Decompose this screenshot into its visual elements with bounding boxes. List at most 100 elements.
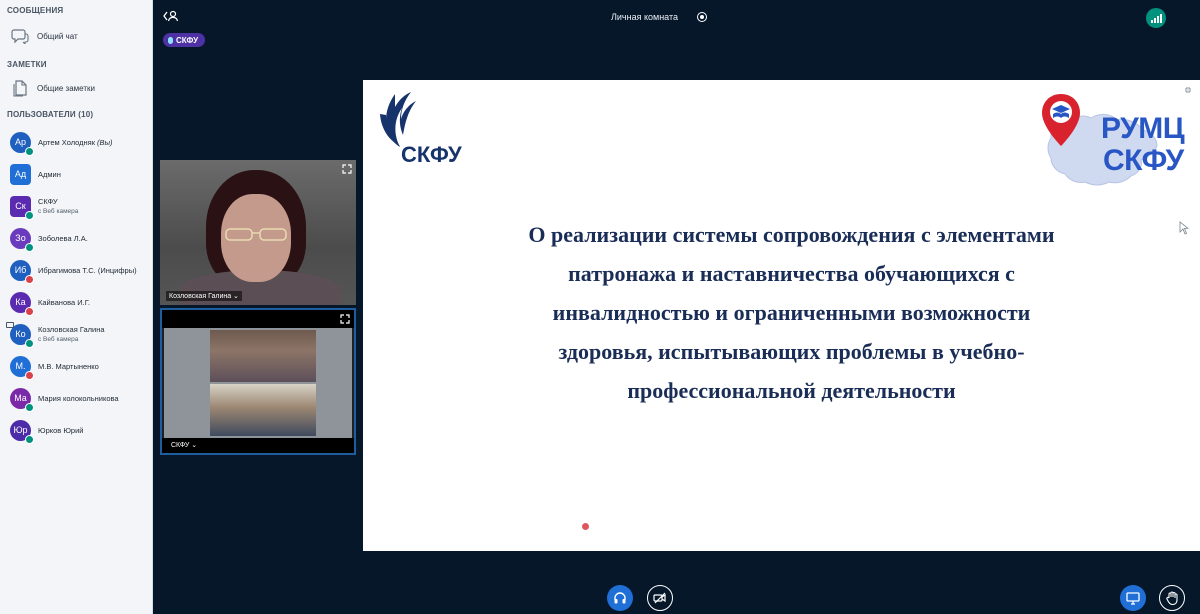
room-title: Личная комната: [611, 12, 679, 22]
public-chat-item[interactable]: Общий чат: [0, 23, 153, 49]
video-label-kozlovskaya[interactable]: Козловская Галина ⌄: [166, 291, 242, 301]
user-name-text: Мария колокольникова: [38, 393, 119, 403]
user-info: Админ: [38, 170, 61, 179]
avatar-initials: Ка: [15, 297, 26, 307]
user-list-item[interactable]: М. М.В. Мартыненко: [0, 351, 153, 381]
recording-indicator[interactable]: [697, 12, 707, 22]
shared-notes-item[interactable]: Общие заметки: [0, 75, 153, 101]
mouse-cursor-icon: [1179, 221, 1189, 235]
user-list-item[interactable]: Ск СКФУ с Веб камера: [0, 191, 153, 221]
mic-status-icon: [25, 338, 34, 348]
users-section-title: ПОЛЬЗОВАТЕЛИ (10): [7, 110, 94, 119]
user-list-item[interactable]: Ма Мария колокольникова: [0, 383, 153, 413]
user-list-item[interactable]: Ка Кайванова И.Г.: [0, 287, 153, 317]
user-name: Ибрагимова Т.С. (Инцифры): [38, 266, 137, 275]
avatar: Ар: [10, 131, 34, 156]
avatar-initials: Зо: [15, 233, 26, 243]
avatar: Ск: [10, 195, 34, 220]
user-info: Мария колокольникова: [38, 394, 119, 403]
user-name-text: Кайванова И.Г.: [38, 297, 90, 307]
avatar: М.: [10, 355, 34, 380]
avatar: Ка: [10, 291, 34, 316]
skfu-logo-text: СКФУ: [401, 142, 462, 167]
user-name-text: Зоболева Л.А.: [38, 233, 88, 243]
fullscreen-icon[interactable]: [342, 164, 352, 174]
mic-status-icon: [25, 434, 34, 444]
user-list-item[interactable]: Юр Юрков Юрий: [0, 415, 153, 445]
user-list-item[interactable]: Ко Козловская Галина с Веб камера: [0, 319, 153, 349]
user-name: М.В. Мартыненко: [38, 362, 99, 371]
connection-status-button[interactable]: [1146, 8, 1166, 28]
avatar: Иб: [10, 259, 34, 284]
user-name-text: Админ: [38, 169, 61, 179]
avatar: Ад: [10, 163, 31, 185]
user-name-text: Юрков Юрий: [38, 425, 84, 435]
user-webcam-status: с Веб камера: [38, 208, 79, 215]
user-info: Зоболева Л.А.: [38, 234, 88, 243]
notes-icon: [9, 77, 31, 99]
user-info: Юрков Юрий: [38, 426, 83, 435]
slide-title-text: О реализации системы сопровождения с эле…: [528, 222, 1055, 403]
video-off-icon: [653, 592, 666, 604]
shared-notes-label: Общие заметки: [37, 83, 95, 93]
avatar-initials: Ма: [14, 393, 27, 403]
screen-share-button[interactable]: [1120, 585, 1146, 611]
user-name-text: Козловская Галина: [38, 325, 105, 334]
audio-toggle-button[interactable]: [607, 585, 633, 611]
user-info: М.В. Мартыненко: [38, 362, 99, 371]
back-users-button[interactable]: [162, 8, 180, 24]
webcam-video-skfu[interactable]: СКФУ ⌄: [160, 308, 356, 455]
conference-room-scene-top: [210, 330, 316, 382]
messages-section-title: СООБЩЕНИЯ: [7, 6, 64, 15]
skfu-logo: СКФУ: [377, 88, 473, 168]
rumc-skfu-logo: РУМЦ СКФУ: [1037, 90, 1193, 194]
avatar-initials: Юр: [13, 425, 28, 435]
avatar-initials: Иб: [14, 265, 27, 275]
video-letterbox-top: [162, 310, 354, 328]
user-list-item[interactable]: Ад Админ: [0, 159, 153, 189]
user-info: Кайванова И.Г.: [38, 298, 90, 307]
conference-room-scene-bottom: [210, 384, 316, 436]
user-name: Мария колокольникова: [38, 394, 119, 403]
user-info: Ибрагимова Т.С. (Инцифры): [38, 266, 137, 275]
avatar: Зо: [10, 227, 34, 252]
avatar: Ма: [10, 387, 34, 412]
notes-section-title: ЗАМЕТКИ: [7, 60, 47, 69]
presentation-slide[interactable]: СКФУ РУМЦ СКФУ О реализации системы сопр…: [363, 80, 1200, 551]
public-chat-label: Общий чат: [37, 31, 78, 41]
fullscreen-icon[interactable]: [340, 314, 350, 324]
avatar: Юр: [10, 419, 34, 444]
sidebar: СООБЩЕНИЯ Общий чат ЗАМЕТКИ Общие заметк…: [0, 0, 153, 614]
webcam-video-kozlovskaya[interactable]: Козловская Галина ⌄: [160, 160, 356, 305]
user-name: Кайванова И.Г.: [38, 298, 90, 307]
user-name-text: М.В. Мартыненко: [38, 361, 99, 371]
video-toggle-button[interactable]: [647, 585, 673, 611]
raise-hand-button[interactable]: [1159, 585, 1185, 611]
mic-status-icon: [25, 146, 34, 156]
rumc-logo-subtext: СКФУ: [1103, 144, 1184, 177]
mic-status-icon: [25, 402, 34, 412]
user-list-item[interactable]: Зо Зоболева Л.А.: [0, 223, 153, 253]
headphones-icon: [614, 592, 626, 604]
user-info: Козловская Галина с Веб камера: [38, 325, 105, 343]
user-name: Козловская Галина: [38, 325, 105, 334]
user-name-text: Артем Холодняк: [38, 137, 96, 147]
user-name-text: СКФУ: [38, 197, 58, 206]
mic-status-icon: [25, 210, 34, 220]
video-frame: [164, 328, 352, 440]
user-back-icon: [163, 10, 179, 22]
user-you-suffix: (Вы): [97, 137, 113, 147]
avatar-initials: Ад: [14, 169, 27, 179]
rumc-logo-text: РУМЦ: [1101, 112, 1185, 145]
mic-status-icon: [25, 274, 34, 284]
room-badge[interactable]: СКФУ: [163, 33, 206, 47]
video-label-skfu[interactable]: СКФУ ⌄: [168, 440, 200, 450]
user-name: Артем Холодняк (Вы): [38, 138, 113, 147]
room-badge-label: СКФУ: [176, 35, 199, 45]
mic-status-icon: [25, 306, 34, 316]
user-list-item[interactable]: Ар Артем Холодняк (Вы): [0, 127, 153, 157]
user-list-item[interactable]: Иб Ибрагимова Т.С. (Инцифры): [0, 255, 153, 285]
avatar-initials: Ко: [15, 329, 26, 339]
mic-status-icon: [25, 242, 34, 252]
glasses-icon: [225, 228, 287, 241]
